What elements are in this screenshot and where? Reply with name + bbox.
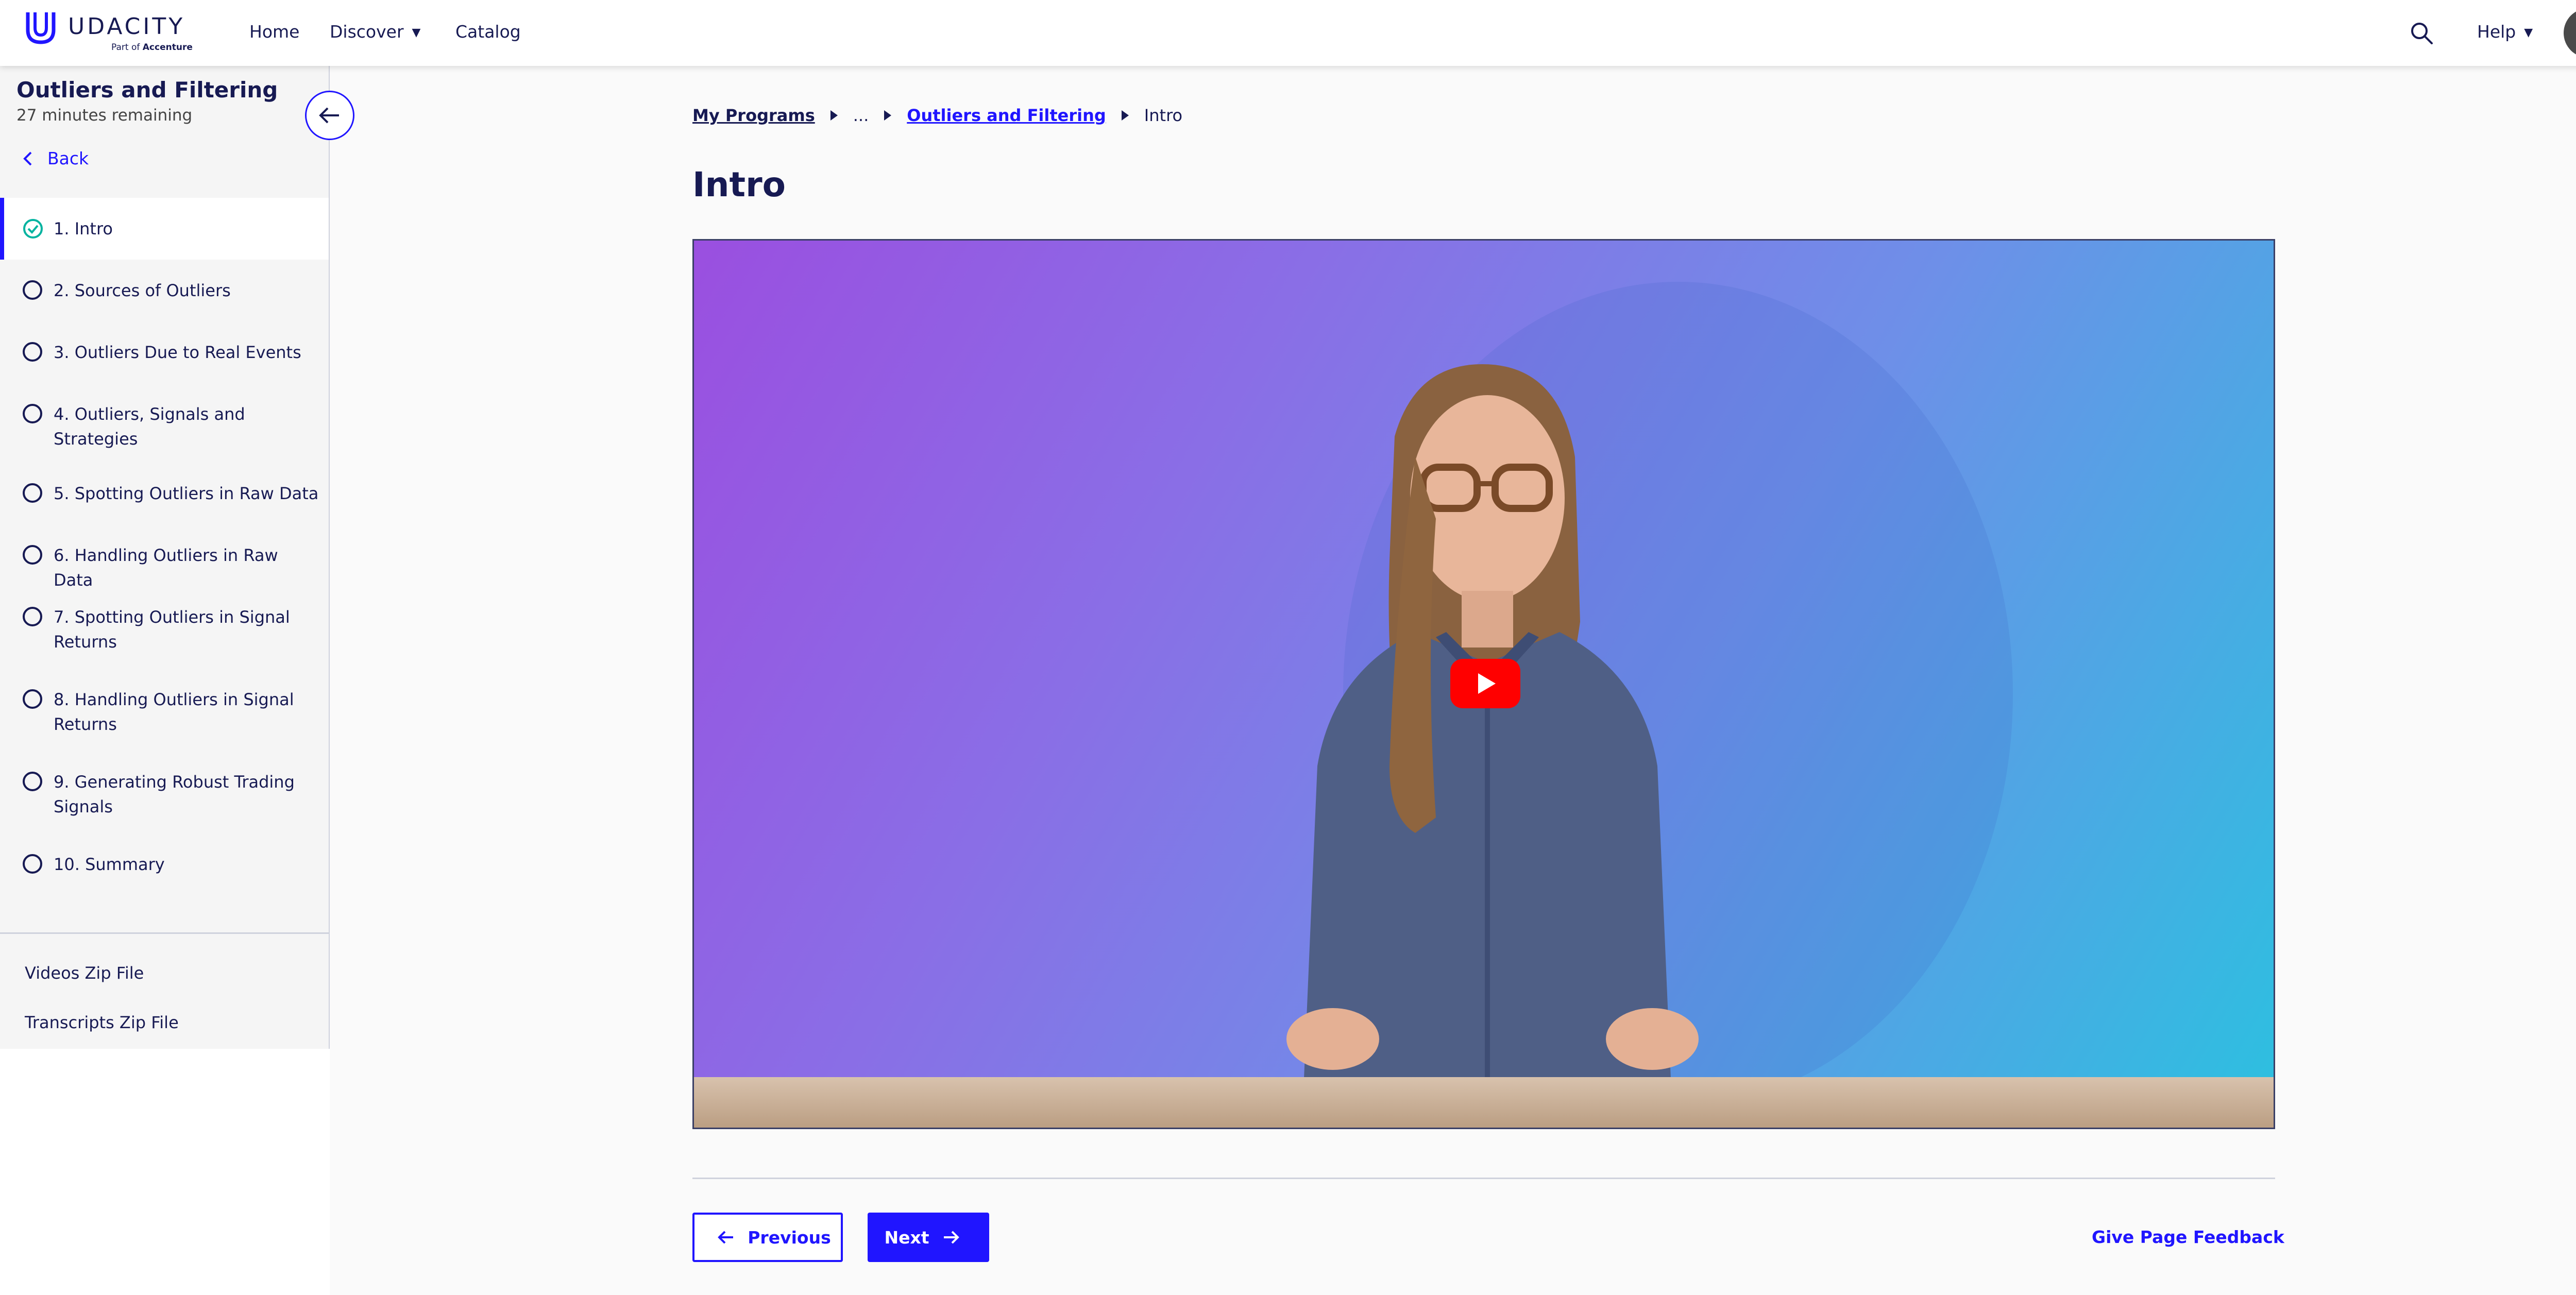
user-avatar[interactable]: HC: [2564, 8, 2576, 58]
incomplete-circle-icon: [23, 404, 42, 423]
nav-discover[interactable]: Discover ▼: [330, 22, 420, 42]
breadcrumb-separator-icon: [830, 110, 838, 121]
videos-zip-link[interactable]: Videos Zip File: [25, 963, 144, 983]
lesson-item-10[interactable]: 10. Summary: [0, 837, 329, 898]
caret-down-icon: ▼: [412, 26, 421, 39]
lesson-item-5[interactable]: 5. Spotting Outliers in Raw Data: [0, 466, 329, 527]
lesson-item-8[interactable]: 8. Handling Outliers in Signal Returns: [0, 672, 329, 754]
breadcrumb-separator-icon: [1121, 110, 1129, 121]
lesson-item-4[interactable]: 4. Outliers, Signals and Strategies: [0, 383, 329, 466]
next-label: Next: [884, 1227, 929, 1248]
breadcrumb-ellipsis[interactable]: ...: [853, 106, 869, 125]
lesson-label: 5. Spotting Outliers in Raw Data: [54, 484, 319, 503]
lesson-label: 7. Spotting Outliers in Signal Returns: [54, 607, 290, 652]
breadcrumb-current: Intro: [1144, 106, 1183, 125]
check-circle-icon: [23, 219, 43, 238]
time-remaining: 27 minutes remaining: [16, 106, 193, 125]
previous-label: Previous: [748, 1227, 831, 1248]
lesson-label: 9. Generating Robust Trading Signals: [54, 772, 295, 816]
caret-down-icon: ▼: [2524, 26, 2533, 39]
page-title: Intro: [692, 165, 786, 205]
incomplete-circle-icon: [23, 772, 42, 791]
top-navigation: UDACITY Part of Accenture Home Discover ▼…: [0, 0, 2576, 66]
udacity-logo-icon: [26, 12, 56, 44]
arrow-right-icon: [943, 1231, 959, 1244]
lesson-item-1[interactable]: 1. Intro: [0, 198, 329, 260]
sidebar-divider: [0, 932, 329, 934]
lesson-label: 6. Handling Outliers in Raw Data: [54, 546, 278, 590]
incomplete-circle-icon: [23, 342, 42, 362]
sidebar-bottom-space: [0, 1049, 330, 1295]
nav-home[interactable]: Home: [249, 22, 299, 42]
brand-tagline: Part of Accenture: [111, 42, 193, 53]
lesson-label: 3. Outliers Due to Real Events: [54, 343, 301, 362]
lesson-label: 4. Outliers, Signals and Strategies: [54, 404, 245, 449]
arrow-left-icon: [718, 1231, 734, 1244]
lesson-sidebar: Outliers and Filtering 27 minutes remain…: [0, 66, 330, 1049]
back-label: Back: [47, 148, 89, 168]
video-player[interactable]: [692, 239, 2275, 1129]
incomplete-circle-icon: [23, 280, 42, 300]
lesson-label: 10. Summary: [54, 855, 165, 874]
breadcrumb-my-programs[interactable]: My Programs: [692, 106, 815, 125]
lesson-item-7[interactable]: 7. Spotting Outliers in Signal Returns: [0, 589, 329, 672]
chevron-left-icon: [23, 151, 32, 165]
lesson-label: 8. Handling Outliers in Signal Returns: [54, 690, 294, 734]
incomplete-circle-icon: [23, 545, 42, 565]
next-button[interactable]: Next: [868, 1213, 989, 1262]
desk-surface: [694, 1077, 2274, 1128]
breadcrumb: My Programs ... Outliers and Filtering I…: [692, 103, 1182, 128]
arrow-left-icon: [319, 107, 339, 124]
course-title: Outliers and Filtering: [16, 77, 278, 103]
breadcrumb-lesson[interactable]: Outliers and Filtering: [907, 106, 1106, 125]
presenter-image: [1286, 364, 1699, 1127]
search-icon[interactable]: [2409, 21, 2434, 45]
lesson-label: 1. Intro: [54, 219, 113, 238]
give-page-feedback-link[interactable]: Give Page Feedback: [2092, 1227, 2284, 1247]
incomplete-circle-icon: [23, 483, 42, 503]
youtube-play-icon[interactable]: [1450, 659, 1520, 708]
lesson-item-9[interactable]: 9. Generating Robust Trading Signals: [0, 754, 329, 837]
incomplete-circle-icon: [23, 689, 42, 709]
lesson-item-2[interactable]: 2. Sources of Outliers: [0, 260, 329, 321]
udacity-logo[interactable]: UDACITY Part of Accenture: [23, 9, 208, 57]
lesson-item-6[interactable]: 6. Handling Outliers in Raw Data: [0, 527, 329, 590]
incomplete-circle-icon: [23, 854, 42, 874]
transcripts-zip-link[interactable]: Transcripts Zip File: [25, 1013, 179, 1032]
brand-name: UDACITY: [68, 13, 185, 40]
previous-button[interactable]: Previous: [692, 1213, 843, 1262]
nav-help[interactable]: Help ▼: [2477, 22, 2533, 42]
content-divider: [692, 1178, 2275, 1179]
lesson-label: 2. Sources of Outliers: [54, 281, 231, 300]
back-link[interactable]: Back: [23, 148, 89, 168]
incomplete-circle-icon: [23, 607, 42, 626]
lesson-item-3[interactable]: 3. Outliers Due to Real Events: [0, 321, 329, 383]
nav-catalog[interactable]: Catalog: [455, 22, 521, 42]
collapse-sidebar-button[interactable]: [305, 91, 354, 140]
breadcrumb-separator-icon: [884, 110, 892, 121]
